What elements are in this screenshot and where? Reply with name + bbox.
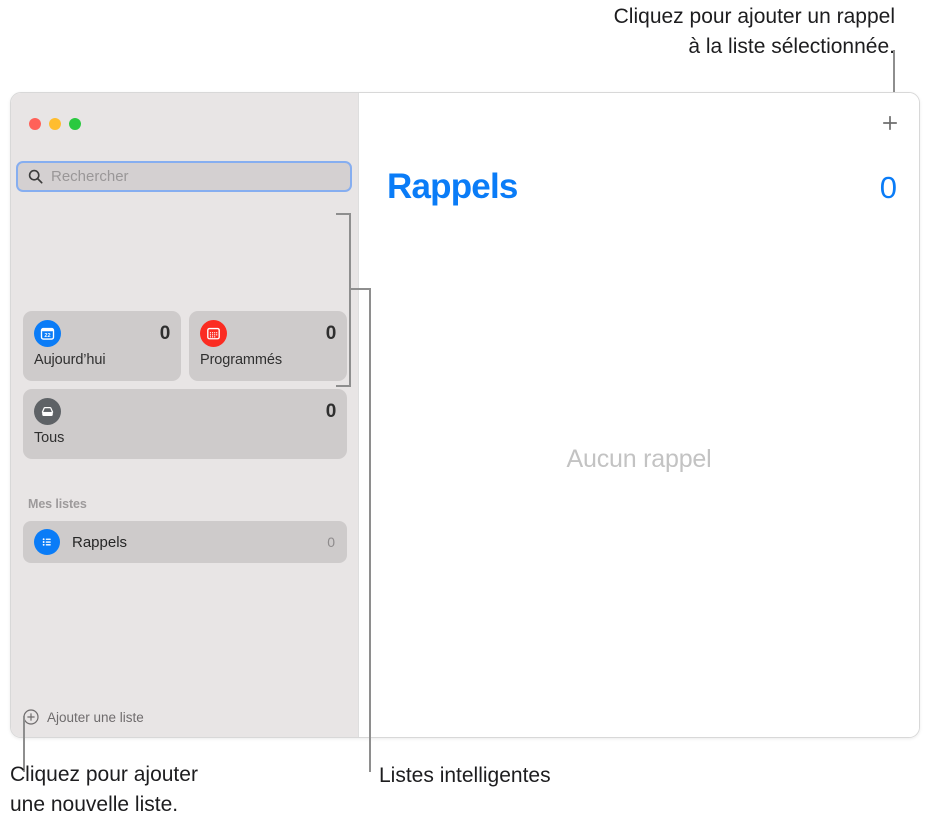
add-list-button[interactable]: Ajouter une liste <box>23 709 144 725</box>
smart-list-label-scheduled: Programmés <box>200 352 282 368</box>
smart-list-count-scheduled: 0 <box>325 322 337 344</box>
smart-list-label-all: Tous <box>34 430 65 446</box>
add-reminder-button[interactable] <box>877 110 903 136</box>
smart-card-header: 22 0 <box>34 320 170 347</box>
search-input[interactable] <box>51 168 342 185</box>
smart-list-count-today: 0 <box>159 322 171 344</box>
empty-state-message: Aucun rappel <box>566 445 712 473</box>
callout-smart-lists-text: Listes intelligentes <box>379 764 551 787</box>
list-item-count: 0 <box>327 534 335 550</box>
add-list-label: Ajouter une liste <box>47 709 144 725</box>
smart-lists-grid: 22 0 Aujourd’hui 0 Programmés 0 Tous <box>23 311 347 459</box>
window-controls <box>29 118 81 130</box>
smart-list-card-today[interactable]: 22 0 Aujourd’hui <box>23 311 181 381</box>
svg-text:22: 22 <box>44 333 50 339</box>
list-item-label: Rappels <box>72 533 128 551</box>
page-title: Rappels <box>387 167 518 206</box>
list-item-rappels[interactable]: Rappels 0 <box>23 521 347 563</box>
my-lists: Rappels 0 <box>23 521 347 563</box>
search-field[interactable] <box>16 161 352 192</box>
callout-add-list-text: Cliquez pour ajouter une nouvelle liste. <box>10 763 198 816</box>
smart-lists-bracket-stem <box>349 288 371 290</box>
calendar-month-icon <box>200 320 227 347</box>
plus-circle-icon <box>23 709 39 725</box>
reminders-app-window: 22 0 Aujourd’hui <box>10 92 920 738</box>
smart-lists-bracket-top-arm <box>336 213 351 215</box>
smart-lists-leader-line <box>369 288 371 772</box>
reminder-count: 0 <box>879 170 897 205</box>
calendar-day-icon: 22 <box>34 320 61 347</box>
main-content-pane: Rappels 0 Aucun rappel <box>358 93 919 737</box>
smart-list-card-scheduled[interactable]: 0 Programmés <box>189 311 347 381</box>
smart-list-count-all: 0 <box>325 400 337 422</box>
callout-add-reminder-text: Cliquez pour ajouter un rappel à la list… <box>613 5 895 58</box>
maximize-button[interactable] <box>69 118 81 130</box>
plus-icon <box>883 116 897 130</box>
smart-list-label-today: Aujourd’hui <box>34 352 106 368</box>
smart-card-header: 0 <box>34 398 336 425</box>
bulleted-list-icon <box>34 529 60 555</box>
sidebar: 22 0 Aujourd’hui <box>11 93 358 737</box>
search-icon <box>28 169 43 184</box>
smart-lists-bracket-spine <box>349 213 351 387</box>
minimize-button[interactable] <box>49 118 61 130</box>
smart-list-card-all[interactable]: 0 Tous <box>23 389 347 459</box>
inbox-tray-icon <box>34 398 61 425</box>
my-lists-header: Mes listes <box>28 497 87 511</box>
smart-card-header: 0 <box>200 320 336 347</box>
close-button[interactable] <box>29 118 41 130</box>
smart-lists-bracket-bottom-arm <box>336 385 351 387</box>
